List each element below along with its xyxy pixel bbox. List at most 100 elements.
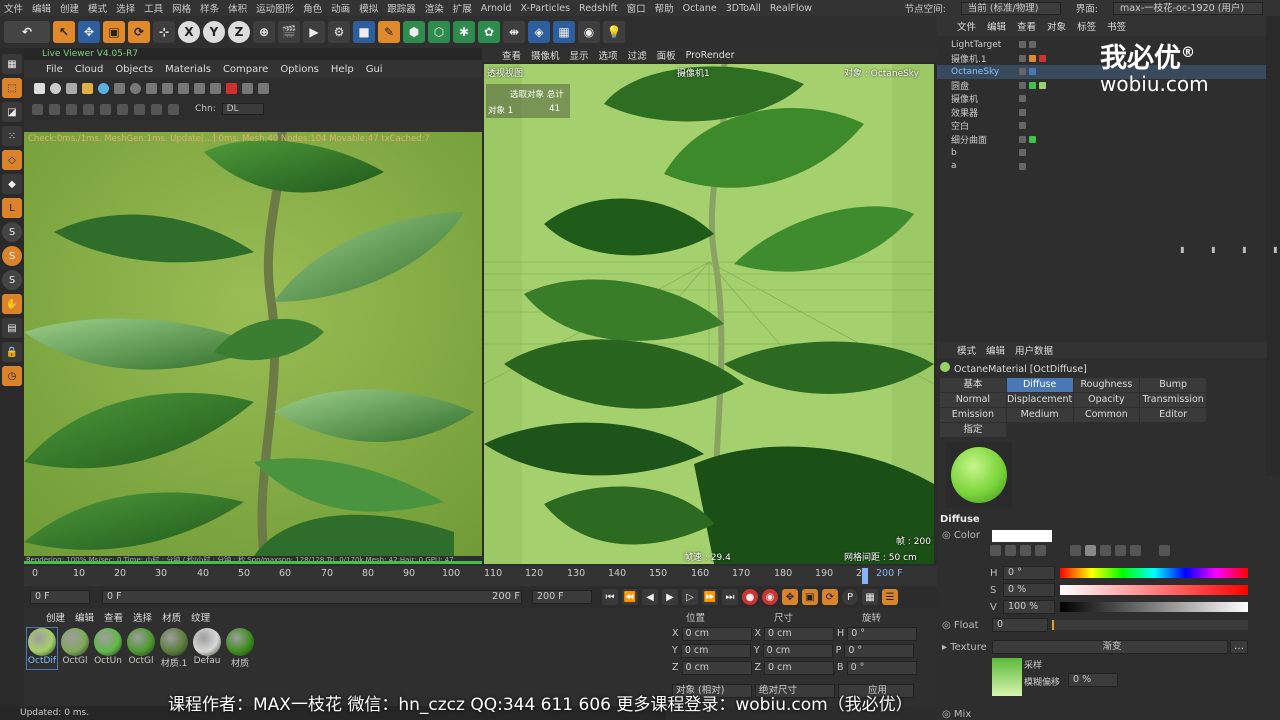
side-tab-2[interactable]: ▮ bbox=[1240, 245, 1249, 254]
image-color-icon[interactable] bbox=[1035, 545, 1046, 556]
position-y-field[interactable]: 0 cm bbox=[680, 643, 751, 658]
tab-basic[interactable]: 基本 bbox=[940, 378, 1006, 392]
menu-redshift[interactable]: Redshift bbox=[579, 3, 618, 14]
lv-pause-render-icon[interactable] bbox=[66, 103, 77, 115]
undo-icon[interactable]: ↶ bbox=[4, 21, 50, 43]
x-axis-toggle[interactable]: X bbox=[178, 21, 200, 43]
lv-checker-icon[interactable] bbox=[210, 82, 221, 94]
camera-icon[interactable]: ◉ bbox=[578, 21, 600, 43]
om-menu-bookmarks[interactable]: 书签 bbox=[1107, 19, 1126, 33]
size-z-field[interactable]: 0 cm bbox=[764, 660, 835, 675]
key-rotation-icon[interactable]: ⟳ bbox=[822, 589, 838, 605]
tab-opacity[interactable]: Opacity bbox=[1073, 393, 1140, 407]
tab-roughness[interactable]: Roughness bbox=[1073, 378, 1140, 392]
object-row-effector[interactable]: 效果器 bbox=[937, 106, 1280, 120]
lv-pick-icon[interactable] bbox=[162, 82, 173, 94]
subdivision-icon[interactable]: ⬢ bbox=[403, 21, 425, 43]
color-swatch[interactable] bbox=[992, 530, 1052, 542]
min-frame-field[interactable]: 0 F bbox=[102, 590, 522, 604]
lv-hdri-icon[interactable] bbox=[98, 82, 109, 94]
side-tab-1[interactable]: ▮ bbox=[1271, 245, 1280, 254]
float-field[interactable]: 0 bbox=[992, 618, 1048, 632]
lv-subsample-icon[interactable] bbox=[194, 82, 205, 94]
make-editable-icon[interactable]: ▦ bbox=[2, 54, 22, 74]
lv-menu-cloud[interactable]: Cloud bbox=[75, 64, 104, 75]
cloner-icon[interactable]: ⬡ bbox=[428, 21, 450, 43]
value-slider[interactable] bbox=[1060, 602, 1248, 612]
material-item[interactable]: OctDif bbox=[26, 627, 58, 670]
mm-menu-view[interactable]: 查看 bbox=[104, 610, 123, 624]
lv-export-icon[interactable] bbox=[258, 82, 269, 94]
prev-frame-icon[interactable]: ◀ bbox=[642, 589, 658, 605]
lv-save-icon[interactable] bbox=[242, 82, 253, 94]
lv-reload-icon[interactable] bbox=[49, 103, 60, 115]
timeline-icon[interactable]: ◷ bbox=[2, 366, 22, 386]
next-frame-icon[interactable]: ▷ bbox=[682, 589, 698, 605]
menu-octane[interactable]: Octane bbox=[683, 3, 717, 14]
move-tool-icon[interactable]: ✥ bbox=[78, 21, 100, 43]
eyedropper-icon[interactable] bbox=[1159, 545, 1170, 556]
key-param-icon[interactable]: P bbox=[842, 589, 858, 605]
menu-3dtoall[interactable]: 3DToAll bbox=[726, 3, 761, 14]
lock-icon[interactable]: 🔒 bbox=[2, 342, 22, 362]
points-mode-icon[interactable]: ⁙ bbox=[2, 126, 22, 146]
lv-menu-objects[interactable]: Objects bbox=[115, 64, 153, 75]
texture-dropdown[interactable]: 渐变 bbox=[992, 640, 1228, 654]
kelvin-mode-icon[interactable] bbox=[1100, 545, 1111, 556]
mm-menu-create[interactable]: 创建 bbox=[46, 610, 65, 624]
edges-mode-icon[interactable]: ◇ bbox=[2, 150, 22, 170]
mograph-icon[interactable]: ✿ bbox=[478, 21, 500, 43]
menu-select[interactable]: 选择 bbox=[116, 1, 135, 15]
side-tab-3[interactable]: ▮ bbox=[1209, 245, 1218, 254]
tag-icon[interactable]: ◈ bbox=[528, 21, 550, 43]
menu-render[interactable]: 渲染 bbox=[425, 1, 444, 15]
vp-menu-cameras[interactable]: 摄像机 bbox=[531, 48, 560, 62]
coordinate-system-icon[interactable]: ⊕ bbox=[253, 21, 275, 43]
pen-icon[interactable]: ✎ bbox=[378, 21, 400, 43]
menu-extensions[interactable]: 扩展 bbox=[453, 1, 472, 15]
select-tool-icon[interactable]: ↖ bbox=[53, 21, 75, 43]
key-position-icon[interactable]: ✥ bbox=[782, 589, 798, 605]
menu-window[interactable]: 窗口 bbox=[627, 1, 646, 15]
material-item[interactable]: OctGl bbox=[60, 628, 90, 669]
vp-menu-filter[interactable]: 过滤 bbox=[628, 48, 647, 62]
perspective-viewport[interactable]: 透视视图 摄像机1 对象 : OctaneSky 选取对象 总计 对象 1 41… bbox=[484, 64, 934, 564]
render-picture-icon[interactable]: ▶ bbox=[303, 21, 325, 43]
material-item[interactable]: Defau bbox=[192, 628, 222, 669]
timeline-window-icon[interactable]: ☰ bbox=[882, 589, 898, 605]
lv-menu-help[interactable]: Help bbox=[331, 64, 354, 75]
saturation-slider[interactable] bbox=[1060, 585, 1248, 595]
size-y-field[interactable]: 0 cm bbox=[762, 643, 833, 658]
lv-fit-icon[interactable] bbox=[151, 103, 162, 115]
lv-menu-materials[interactable]: Materials bbox=[165, 64, 211, 75]
float-slider[interactable] bbox=[1052, 620, 1248, 630]
lv-menu-compare[interactable]: Compare bbox=[223, 64, 268, 75]
lv-clay-icon[interactable] bbox=[178, 82, 189, 94]
deformer-icon[interactable]: ✱ bbox=[453, 21, 475, 43]
workplane-icon[interactable]: S bbox=[2, 270, 22, 290]
node-space-dropdown[interactable]: 当前 (标准/物理) bbox=[960, 1, 1061, 15]
hue-slider[interactable] bbox=[1060, 568, 1248, 578]
render-settings-icon[interactable]: ⚙ bbox=[328, 21, 350, 43]
lv-frame-icon[interactable] bbox=[117, 103, 128, 115]
swatches-mode-icon[interactable] bbox=[1130, 545, 1141, 556]
lv-stop-icon[interactable] bbox=[83, 103, 94, 115]
render-view-icon[interactable]: 🎬 bbox=[278, 21, 300, 43]
v-field[interactable]: 100 % bbox=[1003, 600, 1055, 614]
vp-menu-display[interactable]: 显示 bbox=[570, 48, 589, 62]
grid-icon[interactable]: ▤ bbox=[2, 318, 22, 338]
hand-tool-icon[interactable]: ✋ bbox=[2, 294, 22, 314]
tab-medium[interactable]: Medium bbox=[1006, 408, 1073, 422]
model-mode-icon[interactable]: ⬚ bbox=[2, 78, 22, 98]
object-row-b[interactable]: b bbox=[937, 146, 1280, 160]
tab-assign[interactable]: 指定 bbox=[940, 423, 1006, 437]
material-item[interactable]: 材质 bbox=[225, 628, 255, 669]
rgb-mode-icon[interactable] bbox=[1070, 545, 1081, 556]
cube-icon[interactable]: ■ bbox=[353, 21, 375, 43]
vp-menu-prorender[interactable]: ProRender bbox=[686, 50, 735, 61]
menu-edit[interactable]: 编辑 bbox=[32, 1, 51, 15]
lv-zoom-icon[interactable] bbox=[134, 103, 145, 115]
size-x-field[interactable]: 0 cm bbox=[764, 626, 835, 641]
tab-editor[interactable]: Editor bbox=[1140, 408, 1206, 422]
attr-menu-edit[interactable]: 编辑 bbox=[986, 343, 1005, 357]
